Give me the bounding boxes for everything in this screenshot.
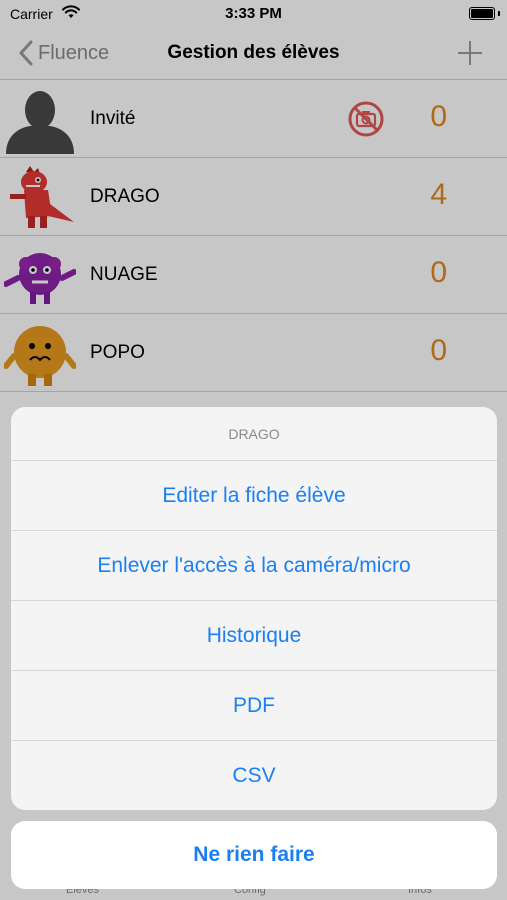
pdf-button[interactable]: PDF: [11, 671, 497, 741]
action-sheet-title: DRAGO: [11, 407, 497, 461]
edit-student-button[interactable]: Editer la fiche élève: [11, 461, 497, 531]
history-button[interactable]: Historique: [11, 601, 497, 671]
csv-button[interactable]: CSV: [11, 741, 497, 810]
remove-camera-access-button[interactable]: Enlever l'accès à la caméra/micro: [11, 531, 497, 601]
action-sheet: DRAGO Editer la fiche élève Enlever l'ac…: [11, 407, 497, 810]
cancel-button[interactable]: Ne rien faire: [11, 821, 497, 889]
